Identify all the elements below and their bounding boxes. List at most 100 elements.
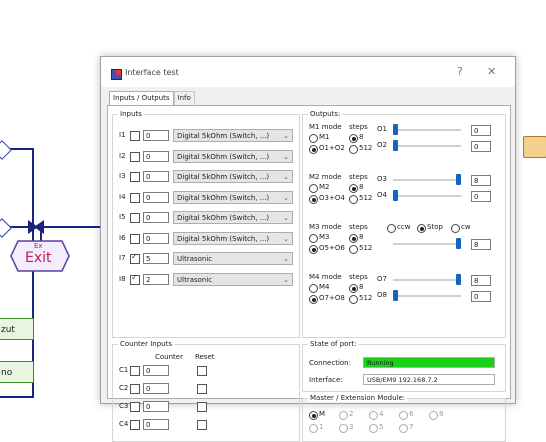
motor-mode-o-radio[interactable] xyxy=(309,245,318,254)
input-value-field[interactable]: 2 xyxy=(143,273,169,285)
motor-steps-label: steps xyxy=(349,123,368,131)
master-option-radio[interactable] xyxy=(339,424,348,433)
input-value-field[interactable]: 0 xyxy=(143,171,169,182)
input-value-field[interactable]: 0 xyxy=(143,191,169,203)
output-slider-thumb[interactable] xyxy=(393,190,398,201)
tab-info[interactable]: Info xyxy=(173,91,195,105)
ccw-radio[interactable] xyxy=(387,224,396,233)
input-mode-select[interactable]: Ultrasonic ⌄ xyxy=(173,252,293,265)
motor-mode-o-radio[interactable] xyxy=(309,145,318,154)
input-mode-select[interactable]: Digital 5kOhm (Switch, ...) ⌄ xyxy=(173,190,293,204)
steps-8-radio[interactable] xyxy=(349,284,358,293)
motor-mode-o-radio[interactable] xyxy=(309,295,318,304)
tab-inputs-outputs[interactable]: Inputs / Outputs xyxy=(109,91,174,105)
steps-8-radio[interactable] xyxy=(349,184,358,193)
input-mode-select[interactable]: Ultrasonic ⌄ xyxy=(173,272,293,286)
counter-value-field[interactable]: 0 xyxy=(143,365,169,376)
input-checkbox[interactable] xyxy=(130,233,140,244)
inputs-group-label: Inputs xyxy=(118,110,144,118)
flow-junction[interactable] xyxy=(0,140,12,160)
input-mode-select[interactable]: Digital 5kOhm (Switch, ...) ⌄ xyxy=(173,170,293,183)
reset-checkbox[interactable] xyxy=(197,366,207,376)
motor-mode-o-radio[interactable] xyxy=(309,195,318,204)
master-option-radio[interactable] xyxy=(369,411,378,420)
flow-junction[interactable] xyxy=(0,218,12,238)
reset-checkbox[interactable] xyxy=(197,384,207,394)
master-option-radio[interactable] xyxy=(309,411,318,420)
input-checkbox[interactable] xyxy=(130,273,140,285)
output-slider-thumb[interactable] xyxy=(393,124,398,135)
steps-512-radio[interactable] xyxy=(349,145,358,154)
master-option-radio[interactable] xyxy=(399,411,408,420)
steps-8-radio[interactable] xyxy=(349,134,358,143)
input-value-field[interactable]: 0 xyxy=(143,232,169,244)
master-option-radio[interactable] xyxy=(339,411,348,420)
steps-512-radio[interactable] xyxy=(349,245,358,254)
counter-checkbox[interactable] xyxy=(130,420,140,430)
counter-group-label: Counter Inputs xyxy=(118,340,174,348)
input-checkbox[interactable] xyxy=(130,192,140,203)
motor-mode-m-radio[interactable] xyxy=(309,184,318,193)
flow-block[interactable]: no xyxy=(0,361,34,383)
input-checkbox[interactable] xyxy=(130,252,140,264)
input-value-field[interactable]: 0 xyxy=(143,212,169,223)
output-slider-thumb[interactable] xyxy=(456,238,461,249)
input-checkbox[interactable] xyxy=(130,213,140,223)
flow-connector xyxy=(0,396,34,398)
input-checkbox[interactable] xyxy=(130,131,140,141)
counter-checkbox[interactable] xyxy=(130,402,140,412)
steps-512-radio[interactable] xyxy=(349,195,358,204)
output-value-field[interactable]: 0 xyxy=(471,141,491,152)
input-checkbox[interactable] xyxy=(130,172,140,182)
close-button[interactable]: ✕ xyxy=(487,65,496,78)
master-option-label: 4 xyxy=(379,410,384,418)
output-value-field[interactable]: 8 xyxy=(471,275,491,286)
input-value-field[interactable]: 0 xyxy=(143,150,169,162)
stop-radio[interactable] xyxy=(417,224,426,233)
title-bar[interactable]: Interface test ? ✕ xyxy=(101,57,515,87)
master-option-radio[interactable] xyxy=(309,424,318,433)
counter-checkbox[interactable] xyxy=(130,384,140,394)
input-checkbox[interactable] xyxy=(130,151,140,162)
flow-block[interactable]: zut xyxy=(0,318,34,340)
counter-checkbox[interactable] xyxy=(130,366,140,376)
motor-mode-m-radio[interactable] xyxy=(309,134,318,143)
counter-value-field[interactable]: 0 xyxy=(143,419,169,430)
input-mode-select[interactable]: Digital 5kOhm (Switch, ...) ⌄ xyxy=(173,211,293,224)
input-mode-select[interactable]: Digital 5kOhm (Switch, ...) ⌄ xyxy=(173,149,293,163)
input-value-field[interactable]: 0 xyxy=(143,130,169,141)
input-name-label: I3 xyxy=(119,172,126,180)
output-slider-thumb[interactable] xyxy=(456,274,461,285)
input-value-field[interactable]: 5 xyxy=(143,253,169,264)
input-mode-value: Ultrasonic xyxy=(177,275,213,284)
output-value-field[interactable]: 8 xyxy=(471,175,491,186)
output-value-field[interactable]: 8 xyxy=(471,239,491,250)
output-slider-thumb[interactable] xyxy=(456,174,461,185)
motor-mode-m-radio[interactable] xyxy=(309,234,318,243)
output-value-field[interactable]: 0 xyxy=(471,125,491,136)
help-button[interactable]: ? xyxy=(457,65,463,78)
input-mode-select[interactable]: Digital 5kOhm (Switch, ...) ⌄ xyxy=(173,129,293,142)
reset-checkbox[interactable] xyxy=(197,420,207,430)
master-option-radio[interactable] xyxy=(369,424,378,433)
output-slider-thumb[interactable] xyxy=(393,140,398,151)
counter-name-label: C2 xyxy=(119,384,129,392)
counter-inputs-group: Counter Inputs Counter Reset C1 0 C2 0 C3 0 C4… xyxy=(112,340,300,442)
counter-value-field[interactable]: 0 xyxy=(143,401,169,412)
cw-radio[interactable] xyxy=(451,224,460,233)
reset-checkbox[interactable] xyxy=(197,402,207,412)
input-mode-select[interactable]: Digital 5kOhm (Switch, ...) ⌄ xyxy=(173,231,293,245)
toolbox-icon[interactable] xyxy=(523,136,546,158)
master-option-radio[interactable] xyxy=(399,424,408,433)
chevron-down-icon: ⌄ xyxy=(283,152,289,161)
steps-8-radio[interactable] xyxy=(349,234,358,243)
input-mode-value: Digital 5kOhm (Switch, ...) xyxy=(177,234,270,243)
steps-512-radio[interactable] xyxy=(349,295,358,304)
output-value-field[interactable]: 0 xyxy=(471,291,491,302)
output-value-field[interactable]: 0 xyxy=(471,191,491,202)
input-mode-value: Digital 5kOhm (Switch, ...) xyxy=(177,193,270,202)
counter-value-field[interactable]: 0 xyxy=(143,383,169,394)
output-slider-thumb[interactable] xyxy=(393,290,398,301)
motor-mode-m-radio[interactable] xyxy=(309,284,318,293)
master-option-radio[interactable] xyxy=(429,411,438,420)
